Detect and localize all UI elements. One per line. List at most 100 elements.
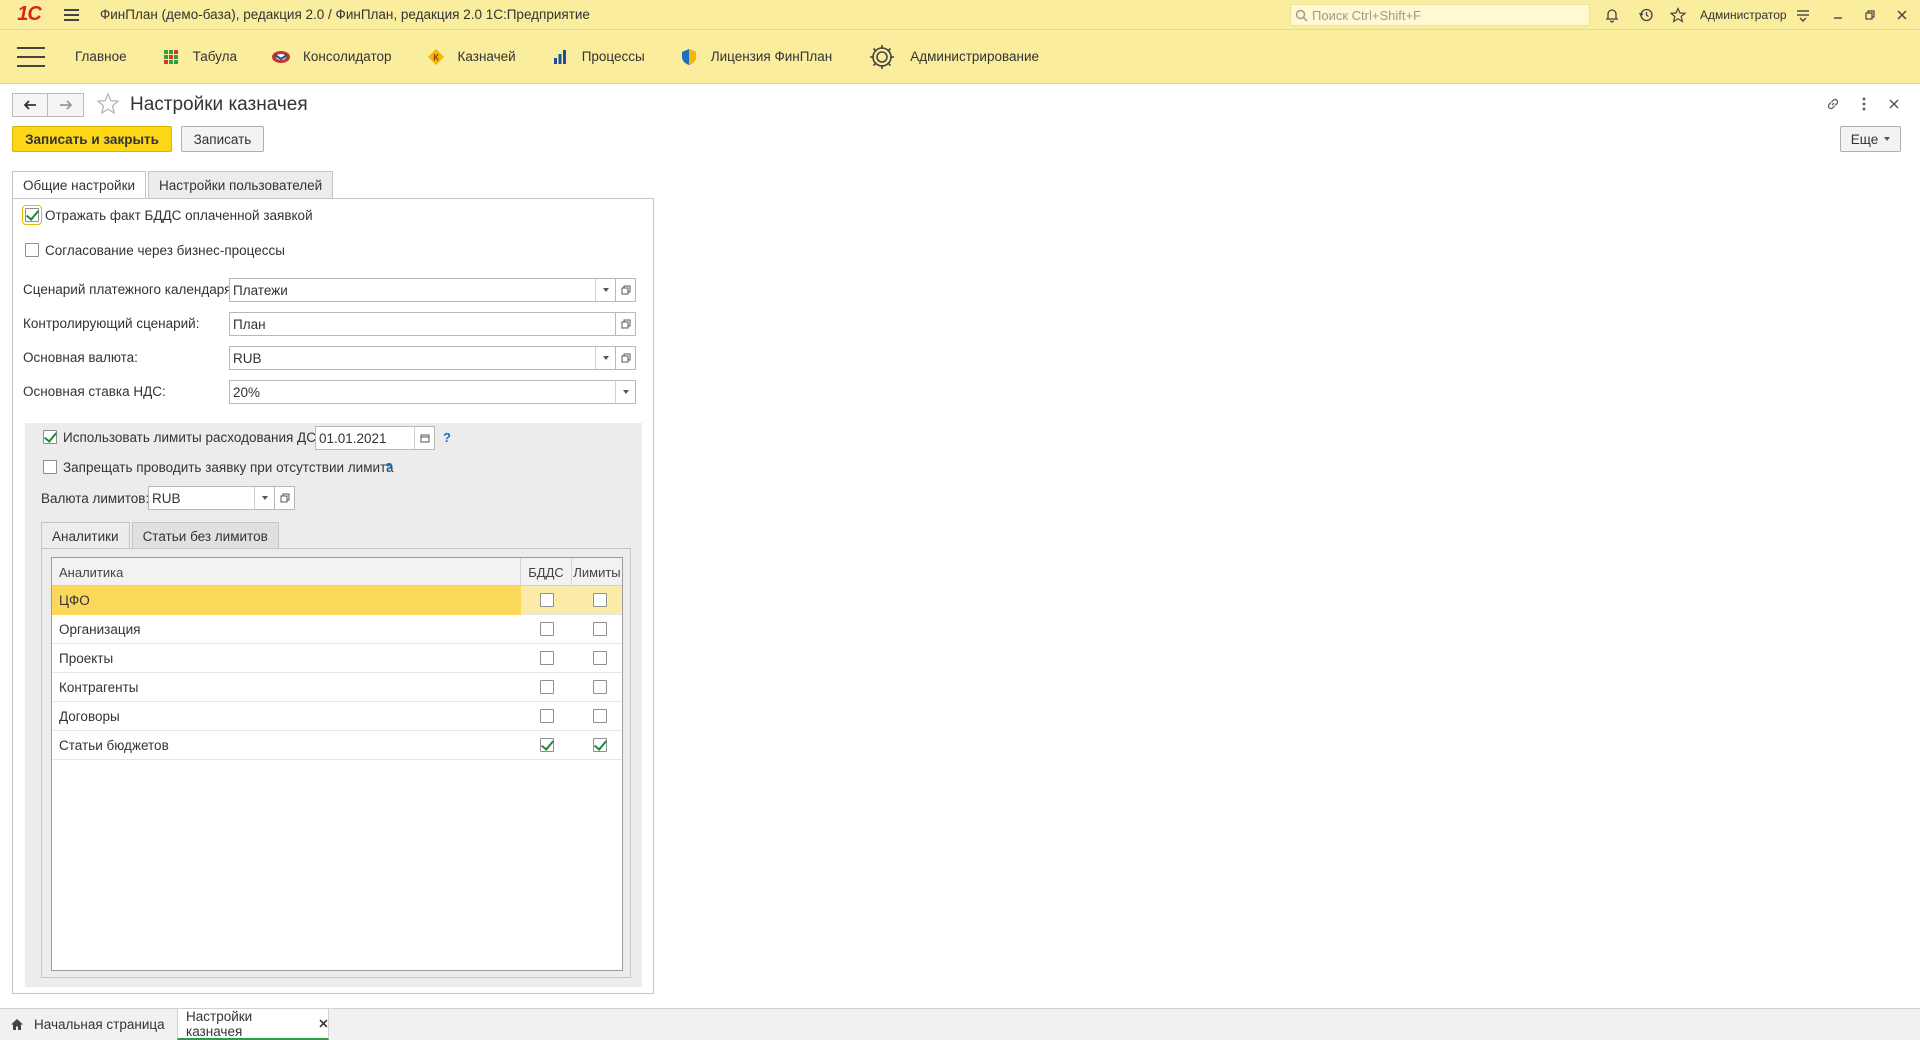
search-icon — [1295, 9, 1308, 21]
nav-item-administration[interactable]: Администрирование — [866, 41, 1039, 73]
payment-scenario-field[interactable]: Платежи — [229, 278, 616, 302]
reflect-bdds-checkbox[interactable] — [22, 205, 42, 225]
use-limits-help-icon[interactable]: ? — [443, 430, 451, 445]
save-and-close-button[interactable]: Записать и закрыть — [12, 126, 172, 152]
minimize-icon[interactable] — [1828, 5, 1848, 25]
more-button[interactable]: Еще — [1840, 126, 1901, 152]
bell-icon[interactable] — [1602, 5, 1622, 25]
link-icon[interactable] — [1823, 94, 1843, 114]
column-header-analytics[interactable]: Аналитика — [52, 558, 521, 586]
chevron-down-icon — [261, 496, 268, 500]
calendar-button[interactable] — [414, 427, 434, 449]
home-page-tab-label: Начальная страница — [34, 1017, 165, 1032]
close-tab-icon[interactable] — [319, 1019, 328, 1028]
row-analytics-name: Организация — [59, 622, 141, 637]
all-functions-icon[interactable] — [17, 46, 47, 67]
table-row[interactable]: Договоры — [52, 702, 622, 731]
vat-rate-value: 20% — [233, 384, 261, 400]
nav-item-consolidator[interactable]: Консолидатор — [271, 47, 392, 67]
row-limits-checkbox[interactable] — [593, 680, 607, 694]
forbid-request-checkbox[interactable] — [43, 460, 57, 474]
nav-item-processes[interactable]: Процессы — [550, 47, 645, 67]
analytics-table[interactable]: Аналитика БДДС Лимиты ЦФО Организация Пр… — [51, 557, 623, 971]
dropdown-button[interactable] — [595, 347, 615, 369]
nav-item-label: Процессы — [581, 49, 645, 64]
open-control-scenario-button[interactable] — [616, 312, 636, 336]
add-to-favorites-star-icon[interactable] — [96, 91, 120, 119]
open-payment-scenario-button[interactable] — [616, 278, 636, 302]
nav-item-main[interactable]: Главное — [75, 49, 127, 64]
table-row[interactable]: Контрагенты — [52, 673, 622, 702]
close-window-icon[interactable] — [1892, 5, 1912, 25]
table-header: Аналитика БДДС Лимиты — [52, 558, 622, 586]
main-menu-icon[interactable] — [56, 8, 86, 21]
limits-date-value: 01.01.2021 — [319, 430, 387, 446]
tab-analytics[interactable]: Аналитики — [41, 522, 130, 550]
table-row[interactable]: Организация — [52, 615, 622, 644]
open-window-icon — [280, 493, 289, 503]
table-row[interactable]: Статьи бюджетов — [52, 731, 622, 760]
open-windows-bar: Начальная страница Настройки казначея — [0, 1008, 1920, 1040]
row-bdds-checkbox[interactable] — [540, 593, 554, 607]
back-button[interactable] — [12, 93, 48, 117]
limits-currency-field[interactable]: RUB — [148, 486, 275, 510]
row-limits-checkbox[interactable] — [593, 738, 607, 752]
save-button[interactable]: Записать — [181, 126, 264, 152]
favorites-star-icon[interactable] — [1668, 5, 1688, 25]
limits-date-field[interactable]: 01.01.2021 — [315, 426, 435, 450]
dropdown-button[interactable] — [595, 279, 615, 301]
row-bdds-checkbox[interactable] — [540, 709, 554, 723]
column-header-bdds[interactable]: БДДС — [521, 558, 572, 586]
row-limits-checkbox[interactable] — [593, 709, 607, 723]
home-page-tab[interactable]: Начальная страница — [10, 1009, 175, 1040]
arrow-left-icon — [23, 100, 36, 110]
payment-scenario-label: Сценарий платежного календаря: — [23, 282, 236, 297]
row-limits-checkbox[interactable] — [593, 651, 607, 665]
use-limits-checkbox[interactable] — [43, 430, 57, 444]
current-window-tab[interactable]: Настройки казначея — [177, 1009, 329, 1040]
restore-icon[interactable] — [1860, 5, 1880, 25]
more-actions-dots-icon[interactable] — [1854, 94, 1874, 114]
row-bdds-checkbox[interactable] — [540, 622, 554, 636]
main-currency-field[interactable]: RUB — [229, 346, 616, 370]
table-row[interactable]: ЦФО — [52, 586, 622, 615]
row-bdds-checkbox[interactable] — [540, 651, 554, 665]
history-icon[interactable] — [1636, 5, 1656, 25]
row-limits-checkbox[interactable] — [593, 593, 607, 607]
tab-user-settings[interactable]: Настройки пользователей — [148, 171, 334, 198]
global-search-input[interactable]: Поиск Ctrl+Shift+F — [1290, 4, 1590, 26]
nav-item-treasurer[interactable]: К Казначей — [426, 47, 516, 67]
general-settings-panel: Отражать факт БДДС оплаченной заявкой Со… — [12, 198, 654, 994]
vat-rate-field[interactable]: 20% — [229, 380, 636, 404]
tab-general-settings[interactable]: Общие настройки — [12, 171, 147, 199]
forbid-request-help-icon[interactable]: ? — [385, 460, 393, 475]
row-bdds-checkbox[interactable] — [540, 738, 554, 752]
column-header-limits[interactable]: Лимиты — [572, 558, 622, 586]
gear-icon — [866, 41, 898, 73]
chevron-down-icon — [622, 390, 629, 394]
nav-item-tabula[interactable]: Табула — [161, 47, 237, 67]
nav-item-license[interactable]: Лицензия ФинПлан — [679, 47, 833, 67]
forward-button[interactable] — [48, 93, 84, 117]
approval-bp-checkbox[interactable] — [25, 243, 39, 257]
open-currency-button[interactable] — [616, 346, 636, 370]
open-window-icon — [621, 353, 630, 363]
row-bdds-checkbox[interactable] — [540, 680, 554, 694]
open-limits-currency-button[interactable] — [275, 486, 295, 510]
settings-menu-icon[interactable] — [1793, 5, 1813, 25]
tab-items-without-limits[interactable]: Статьи без лимитов — [131, 522, 279, 549]
nav-item-label: Лицензия ФинПлан — [710, 49, 833, 64]
open-window-icon — [621, 319, 630, 329]
table-row[interactable]: Проекты — [52, 644, 622, 673]
close-form-icon[interactable] — [1884, 94, 1904, 114]
dropdown-button[interactable] — [615, 381, 635, 403]
title-bar: 1С ФинПлан (демо-база), редакция 2.0 / Ф… — [0, 0, 1920, 30]
dropdown-button[interactable] — [254, 487, 274, 509]
analytics-panel: Аналитика БДДС Лимиты ЦФО Организация Пр… — [41, 548, 631, 978]
limits-tabs: Аналитики Статьи без лимитов — [41, 522, 281, 550]
row-limits-checkbox[interactable] — [593, 622, 607, 636]
current-user[interactable]: Администратор — [1700, 8, 1787, 22]
control-scenario-field[interactable]: План — [229, 312, 616, 336]
1c-logo[interactable]: 1С — [8, 0, 50, 30]
form-tabs: Общие настройки Настройки пользователей — [12, 171, 335, 199]
